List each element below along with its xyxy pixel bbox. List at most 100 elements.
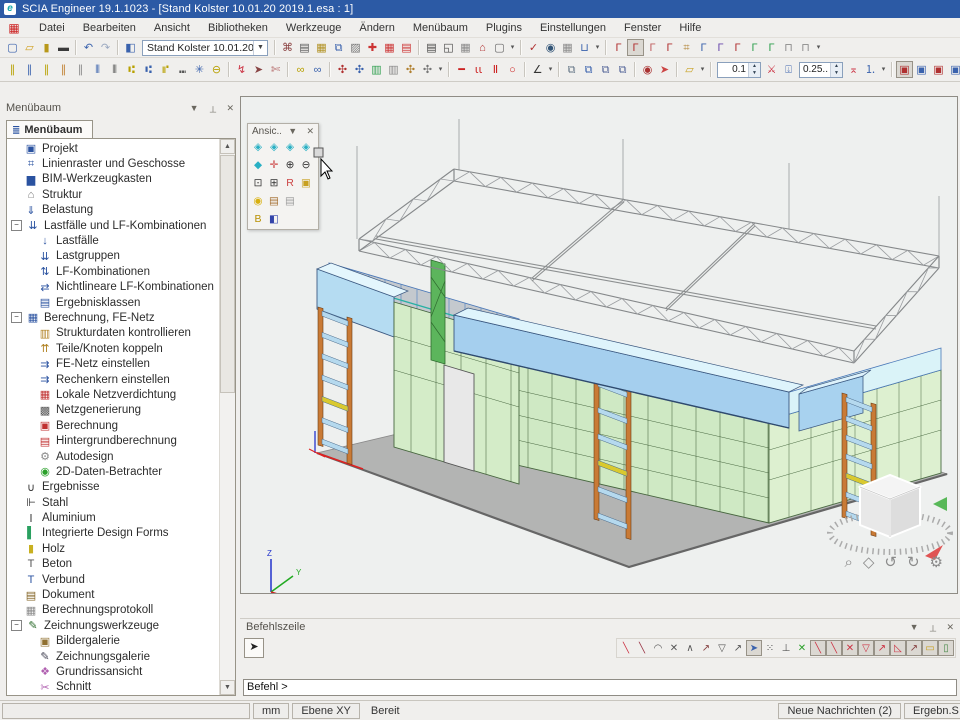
beam-tool-10-icon[interactable]: Γ xyxy=(763,39,780,56)
member-view-5-icon[interactable]: ∥ xyxy=(72,61,89,78)
command-close-icon[interactable]: ✕ xyxy=(946,622,954,632)
copy-tool-3-icon[interactable]: ⧉ xyxy=(597,61,614,78)
menu-plugins[interactable]: Plugins xyxy=(477,20,531,36)
save-icon[interactable]: ▬ xyxy=(55,39,72,56)
pair-tool-2-icon[interactable]: ∞ xyxy=(309,61,326,78)
fly-mode-icon[interactable]: ➤ xyxy=(656,61,673,78)
span-tool-icon[interactable]: Ⅱ xyxy=(487,61,504,78)
tree-item-lf-kombinationen[interactable]: ⇅LF-Kombinationen xyxy=(7,264,220,279)
engineer-1-icon[interactable]: ✣ xyxy=(334,61,351,78)
tree-item-ergebnisklassen[interactable]: ▤Ergebnisklassen xyxy=(7,295,220,310)
tree-item-struktur[interactable]: ⌂Struktur xyxy=(7,187,220,202)
tree-item-teile-knoten-koppeln[interactable]: ⇈Teile/Knoten koppeln xyxy=(7,341,220,356)
snap-ruler-icon[interactable]: ▭ xyxy=(922,640,938,656)
member-view-7-icon[interactable]: ⫴ xyxy=(106,61,123,78)
activity-doc-icon[interactable]: ▦ xyxy=(313,39,330,56)
tree-item-nichtlineare-lf-kombinationen[interactable]: ⇄Nichtlineare LF-Kombinationen xyxy=(7,280,220,295)
eye-filter-icon[interactable]: ◉ xyxy=(639,61,656,78)
tree-item-dokument[interactable]: ▤Dokument xyxy=(7,587,220,602)
zoom-all-icon[interactable]: ⊞ xyxy=(266,175,282,191)
connect-nodes-icon[interactable]: ↯ xyxy=(233,61,250,78)
tree-item-aluminium[interactable]: ⅠAluminium xyxy=(7,510,220,525)
member-view-3-icon[interactable]: ∥ xyxy=(38,61,55,78)
tree-item-stahl[interactable]: ⊩Stahl xyxy=(7,495,220,510)
beam-tool-2-icon[interactable]: Γ xyxy=(627,39,644,56)
print-preview-icon[interactable]: ◱ xyxy=(440,39,457,56)
view-y-icon[interactable]: ◈ xyxy=(266,139,282,155)
more-6-icon[interactable]: ▾ xyxy=(698,61,707,78)
model-canvas[interactable]: ZYX Ansic... ▼ ✕ ◈◈◈◈◆✛⊕⊖⊡⊞R▣◉▤▤B◧ ⌕◇↺↻⚙ xyxy=(240,96,958,594)
member-view-12-icon[interactable]: ✳ xyxy=(191,61,208,78)
tree-item-grundrissansicht[interactable]: ❖Grundrissansicht xyxy=(7,664,220,679)
tree-item-berechnung-fe-netz[interactable]: −▦Berechnung, FE-Netz xyxy=(7,310,220,325)
project-selector[interactable]: Stand Kolster 10.01.20 2( ▼ xyxy=(142,40,268,56)
snap-midpoint-icon[interactable]: ╲ xyxy=(634,640,650,656)
tree-item-beton[interactable]: TBeton xyxy=(7,557,220,572)
palette-dropdown-icon[interactable]: ▼ xyxy=(288,126,297,136)
tree-item-bildergalerie[interactable]: ▣Bildergalerie xyxy=(7,634,220,649)
menu-fenster[interactable]: Fenster xyxy=(615,20,670,36)
view-perspective-icon[interactable]: ◆ xyxy=(250,157,266,173)
bridge-tool-icon[interactable]: ⌅ xyxy=(845,61,862,78)
snap-vec-3-icon[interactable]: ↗ xyxy=(906,640,922,656)
snap-size-down-icon[interactable]: ▼ xyxy=(749,70,760,77)
tree-item-berechnung[interactable]: ▣Berechnung xyxy=(7,418,220,433)
engineer-5-icon[interactable]: ✣ xyxy=(402,61,419,78)
view-axes-icon[interactable]: ✛ xyxy=(266,157,282,173)
frame-tool-1-icon[interactable]: ▦ xyxy=(381,39,398,56)
member-view-9-icon[interactable]: ⑆ xyxy=(140,61,157,78)
view-z-icon[interactable]: ◈ xyxy=(282,139,298,155)
tree-item-lastfälle[interactable]: ↓Lastfälle xyxy=(7,233,220,248)
folder-export-icon[interactable]: ▱ xyxy=(681,61,698,78)
tree-item-linienraster-und-geschosse[interactable]: ⌗Linienraster und Geschosse xyxy=(7,156,220,171)
status-results-button[interactable]: Ergebn.S xyxy=(904,703,960,719)
tree-item-netzgenerierung[interactable]: ▩Netzgenerierung xyxy=(7,403,220,418)
status-messages-button[interactable]: Neue Nachrichten (2) xyxy=(778,703,901,719)
more-2-icon[interactable]: ▾ xyxy=(593,39,602,56)
tree-item-lastfälle-und-lf-kombinationen[interactable]: −⇊Lastfälle und LF-Kombinationen xyxy=(7,218,220,233)
tree-item-ergebnisse[interactable]: ∪Ergebnisse xyxy=(7,480,220,495)
numbering-icon[interactable]: ⒈ xyxy=(862,61,879,78)
tree-item-bim-werkzeugkasten[interactable]: ▆BIM-Werkzeugkasten xyxy=(7,172,220,187)
calculator-icon[interactable]: ▦ xyxy=(457,39,474,56)
section-tool-2-icon[interactable]: ▣ xyxy=(913,61,930,78)
snap-arrow-2-icon[interactable]: ↗ xyxy=(730,640,746,656)
model-3d-scene[interactable]: ZYX xyxy=(241,97,957,593)
snap-cut-icon[interactable]: ⚔ xyxy=(763,61,780,78)
snap-plane-icon[interactable]: ▽ xyxy=(714,640,730,656)
snap-intersection-icon[interactable]: ✕ xyxy=(666,640,682,656)
tree-item-fe-netz-einstellen[interactable]: ⇉FE-Netz einstellen xyxy=(7,356,220,371)
tree-item-zeichnungswerkzeuge[interactable]: −✎Zeichnungswerkzeuge xyxy=(7,618,220,633)
light-toggle-icon[interactable]: ◉ xyxy=(250,193,266,209)
line-tool-icon[interactable]: ━ xyxy=(453,61,470,78)
sidebar-dropdown-icon[interactable]: ▼ xyxy=(190,103,199,113)
snap-ortho-icon[interactable]: ⊥ xyxy=(778,640,794,656)
snap-arrow-1-icon[interactable]: ↗ xyxy=(698,640,714,656)
menu-bearbeiten[interactable]: Bearbeiten xyxy=(74,20,145,36)
status-plane-button[interactable]: Ebene XY xyxy=(292,703,360,719)
scroll-up-icon[interactable]: ▲ xyxy=(220,139,235,154)
step-size-up-icon[interactable]: ▲ xyxy=(831,63,842,70)
step-size-spinner[interactable]: 0.25.. ▲▼ xyxy=(799,62,843,78)
nav-pan-icon[interactable]: ↻ xyxy=(907,553,920,571)
menu-einstellungen[interactable]: Einstellungen xyxy=(531,20,615,36)
sidebar-close-icon[interactable]: ✕ xyxy=(226,103,234,113)
clip-box-icon[interactable]: ▣ xyxy=(298,175,314,191)
command-input[interactable]: Befehl > xyxy=(243,679,957,696)
more-5-icon[interactable]: ▾ xyxy=(546,61,555,78)
menu-werkzeuge[interactable]: Werkzeuge xyxy=(277,20,350,36)
pointer-mode-button[interactable]: ➤ xyxy=(244,638,264,658)
nav-orbit-icon[interactable]: ↺ xyxy=(884,553,897,571)
member-view-1-icon[interactable]: ∥ xyxy=(4,61,21,78)
select-cursor-icon[interactable]: ➤ xyxy=(250,61,267,78)
circle-tool-icon[interactable]: ○ xyxy=(504,61,521,78)
tree-item-strukturdaten-kontrollieren[interactable]: ▥Strukturdaten kontrollieren xyxy=(7,326,220,341)
beam-tool-1-icon[interactable]: Γ xyxy=(610,39,627,56)
beam-tool-7-icon[interactable]: Γ xyxy=(712,39,729,56)
pair-tool-1-icon[interactable]: ∞ xyxy=(292,61,309,78)
tree-item-integrierte-design-forms[interactable]: ▌Integrierte Design Forms xyxy=(7,526,220,541)
layers-icon[interactable]: ▤ xyxy=(296,39,313,56)
snap-cross-green-icon[interactable]: ✕ xyxy=(794,640,810,656)
project-selector-arrow-icon[interactable]: ▼ xyxy=(253,41,267,55)
redo-icon[interactable]: ↷ xyxy=(97,39,114,56)
